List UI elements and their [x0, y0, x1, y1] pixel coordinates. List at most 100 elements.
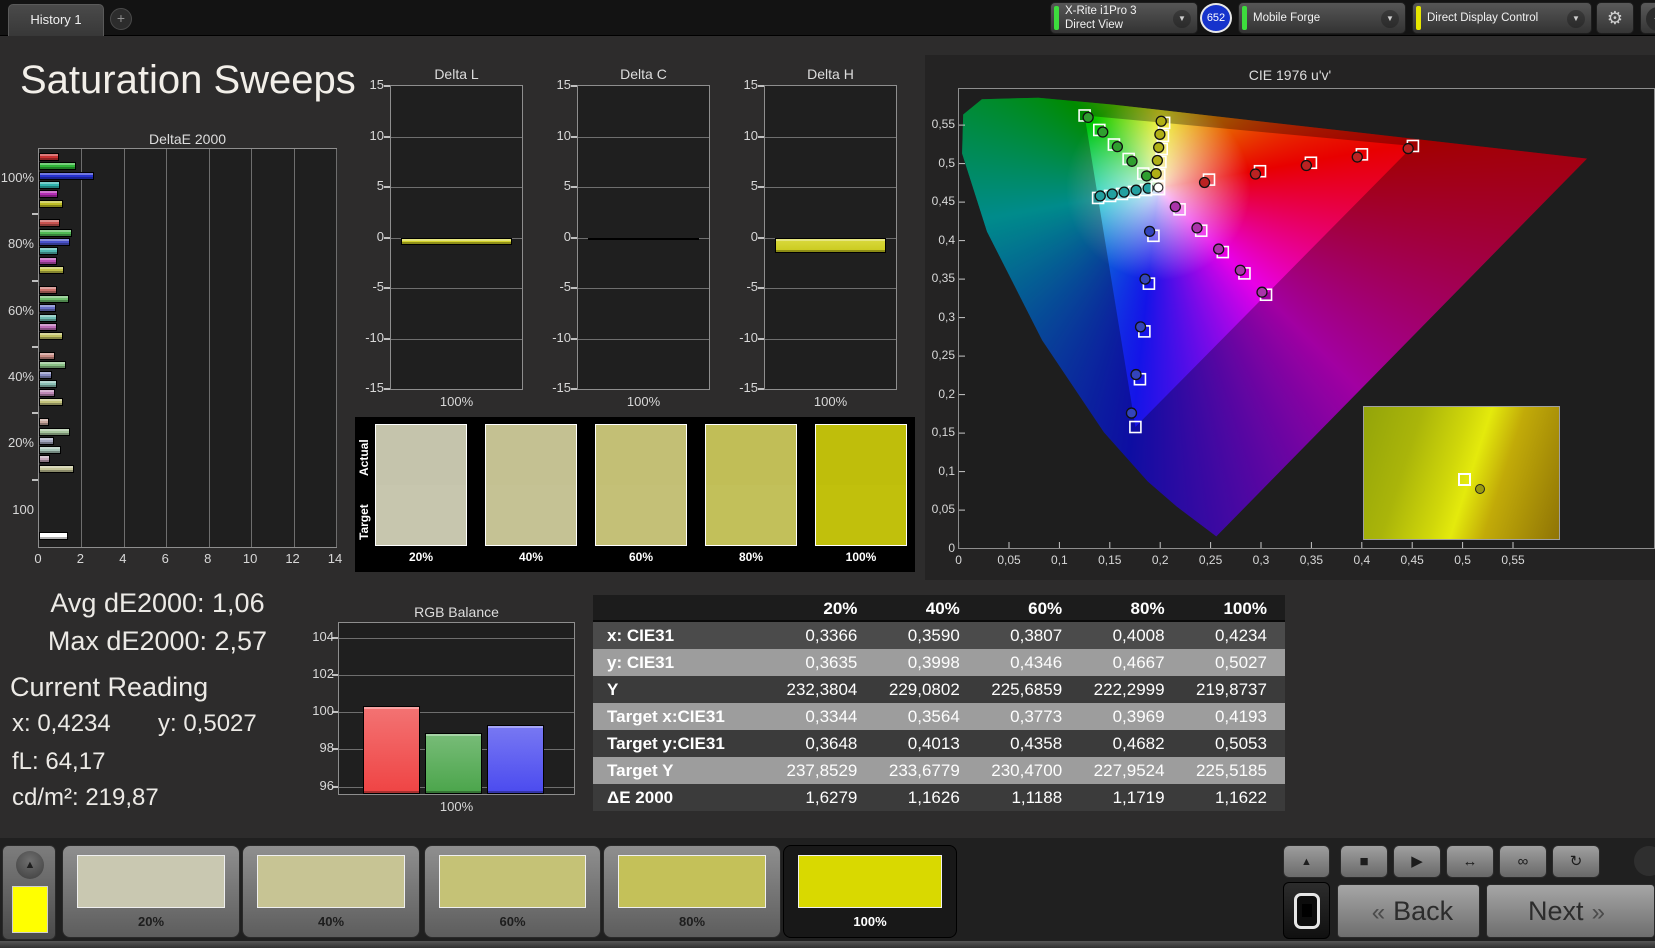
swatch-label: 60% — [628, 550, 654, 564]
swatch-actual — [816, 425, 906, 485]
table-cell: 1,1188 — [1011, 788, 1063, 807]
y-tick-label: 0 — [376, 228, 384, 244]
swatch-target — [596, 485, 686, 545]
meter-dropdown[interactable]: X-Rite i1Pro 3 Direct View ▼ — [1050, 2, 1198, 34]
de-bar-cyan — [39, 446, 62, 455]
play-button[interactable]: ▶ — [1393, 845, 1441, 878]
table-cell: 0,4013 — [907, 734, 960, 753]
source-status-indicator — [1242, 6, 1247, 30]
gridline — [123, 149, 125, 547]
gridline — [251, 149, 253, 547]
table-row-label: Target x:CIE31 — [607, 707, 725, 726]
y-tick-label: -10 — [739, 329, 758, 345]
table-row: Y 232,3804 229,0802 225,6859 222,2999 219,873… — [593, 676, 1285, 703]
gridline — [391, 338, 522, 340]
current-y-readout: y: 0,5027 — [158, 710, 257, 737]
add-tab-button[interactable]: + — [110, 8, 132, 30]
de-bar-green — [39, 228, 72, 237]
y-tick-mark — [758, 287, 764, 289]
y-tick-mark — [571, 85, 577, 87]
current-fl-readout: fL: 64,17 — [12, 748, 106, 775]
de-bar-cyan — [39, 247, 59, 256]
next-button[interactable]: Next» — [1486, 884, 1655, 938]
gridline — [765, 288, 896, 289]
y-tick-label: 15 — [556, 77, 571, 92]
current-cdm2-readout: cd/m²: 219,87 — [12, 784, 159, 811]
continuous-button[interactable]: ∞ — [1499, 845, 1547, 878]
cie-measured-yellow — [1151, 154, 1164, 167]
cie-measured-red — [1402, 142, 1414, 155]
swatch-actual — [706, 425, 796, 485]
y-tick-mark — [384, 85, 390, 87]
table-cell: 0,3969 — [1112, 707, 1165, 726]
collapse-button[interactable]: ◀ — [1640, 2, 1655, 34]
cie-measured-green — [1126, 155, 1138, 167]
swatch-target — [816, 485, 906, 545]
y-tick-label: 15 — [369, 77, 384, 92]
saturation-button-80%[interactable]: 80% — [603, 845, 781, 938]
measure-button[interactable]: ↔ — [1446, 845, 1494, 878]
y-tick-label: 10 — [556, 127, 571, 143]
refresh-button[interactable]: ↻ — [1552, 845, 1600, 878]
swatch-label: 20% — [408, 550, 434, 564]
saturation-swatch — [798, 855, 942, 908]
chevron-down-icon[interactable]: ▼ — [1381, 10, 1399, 28]
chevron-down-icon[interactable]: ▼ — [1173, 10, 1191, 28]
table-corner-cell — [593, 595, 773, 622]
table-cell: 0,4358 — [1010, 734, 1063, 753]
gridline — [336, 149, 337, 547]
stop-button[interactable]: ■ — [1340, 845, 1388, 878]
cie-x-tick-label: 0,55 — [1501, 553, 1525, 567]
table-cell: 0,4193 — [1214, 707, 1267, 726]
transport-up-button[interactable]: ▲ — [1283, 845, 1330, 878]
table-column-header: 20% — [823, 599, 858, 618]
saturation-button-100%[interactable]: 100% — [783, 845, 957, 938]
table-cell: 232,3804 — [786, 680, 858, 699]
y-tick-mark — [571, 236, 577, 239]
table-cell: 225,5185 — [1196, 761, 1267, 780]
settings-gear-button[interactable]: ⚙ — [1596, 2, 1634, 34]
page-title: Saturation Sweeps — [20, 58, 356, 102]
table-row: Target x:CIE31 0,3344 0,3564 0,3773 0,3969 0,… — [593, 703, 1285, 730]
y-tick-label: -15 — [739, 380, 758, 395]
saturation-button-60%[interactable]: 60% — [424, 845, 601, 938]
cie-x-tick-label: 0,2 — [1151, 553, 1169, 567]
y-tick-mark — [571, 186, 577, 188]
back-button[interactable]: «Back — [1337, 884, 1480, 938]
saturation-button-40%[interactable]: 40% — [242, 845, 420, 938]
table-cell: 0,4346 — [1010, 653, 1063, 672]
chevron-down-icon[interactable]: ▼ — [1567, 10, 1585, 28]
de-bar-blue — [39, 171, 94, 180]
swatch-target — [486, 485, 576, 545]
cie-y-tick-label: 0,55 — [931, 117, 955, 132]
cie-x-tick-label: 0,5 — [1454, 553, 1471, 567]
history-tab[interactable]: History 1 — [8, 4, 104, 36]
de-bar-cyan — [39, 313, 58, 322]
source-dropdown[interactable]: Mobile Forge ▼ — [1238, 2, 1406, 34]
table-cell: 0,5027 — [1214, 653, 1267, 672]
table-cell: 219,8737 — [1196, 680, 1267, 699]
cie-1976-panel: CIE 1976 u'v' 0 0,05 0,1 0,15 0,2 0,25 0,3 0,35… — [925, 55, 1655, 580]
saturation-button-20%[interactable]: 20% — [62, 845, 240, 938]
display-control-dropdown[interactable]: Direct Display Control ▼ — [1412, 2, 1592, 34]
y-tick-mark — [384, 337, 390, 340]
table-header-row: 20% 40% 60% 80% 100% — [593, 595, 1285, 622]
y-tick-label: 0 — [563, 228, 571, 244]
gridline — [339, 675, 574, 677]
cie-measured-red — [1198, 176, 1211, 189]
table-cell: 0,5053 — [1214, 734, 1267, 753]
y-tick-mark — [758, 337, 764, 340]
de-bar-red — [39, 153, 60, 161]
de-bar-cyan — [39, 379, 58, 388]
swatch-80% — [705, 424, 797, 546]
gridline — [578, 288, 709, 289]
table-cell: 237,8529 — [786, 761, 858, 780]
cie-measured-blue — [1130, 368, 1142, 381]
stop-pattern-button[interactable] — [1283, 882, 1330, 939]
group-label: 80% — [7, 236, 34, 252]
cie-zoom-inset — [1363, 406, 1560, 540]
patch-up-button[interactable]: ▲ — [16, 851, 44, 879]
y-tick-mark — [384, 236, 390, 239]
cie-y-tick-label: 0,45 — [931, 194, 955, 209]
table-cell: 233,6779 — [888, 761, 960, 780]
